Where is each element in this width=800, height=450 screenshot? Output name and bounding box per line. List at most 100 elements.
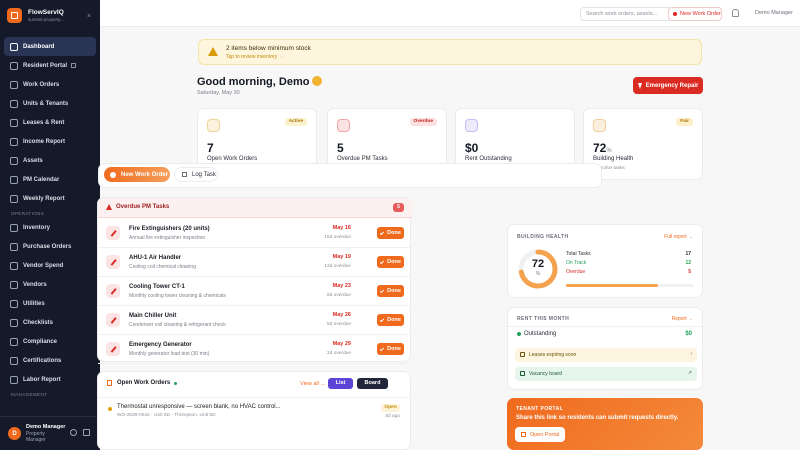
pm-task-row[interactable]: Main Chiller Unit Condenser coil cleaning… [98, 306, 412, 335]
external-link-icon [71, 63, 77, 68]
sidebar-item-compliance[interactable]: Compliance [4, 332, 96, 351]
sidebar-item-checklists[interactable]: Checklists [4, 313, 96, 332]
leases-expiring-link[interactable]: Leases expiring soon › [515, 348, 697, 362]
sidebar-item-utilities[interactable]: Utilities [4, 294, 96, 313]
health-stat-value: 12 [685, 260, 691, 266]
task-overdue: 2d overdue [326, 351, 351, 356]
divider [98, 397, 412, 398]
link-label: Vacancy board [529, 371, 562, 377]
work-order-meta: WO-2026-0042 · Unit 5D · Thompson, Unit … [117, 413, 216, 418]
task-date: May 26 [332, 312, 351, 318]
sidebar-item-assets[interactable]: Assets [4, 151, 96, 170]
sidebar-item-work-orders[interactable]: Work Orders [4, 75, 96, 94]
done-label: Done [387, 288, 401, 294]
list-view-button[interactable]: List [328, 378, 353, 389]
sidebar-item-label: Weekly Report [23, 195, 65, 202]
action-label: New Work Order [121, 171, 168, 178]
kpi-label: Rent Outstanding [465, 156, 512, 162]
sidebar-item-weekly-report[interactable]: Weekly Report [4, 189, 96, 208]
calendar-icon [520, 352, 525, 357]
kpi-label: Overdue PM Tasks [337, 156, 388, 162]
pm-task-row[interactable]: Cooling Tower CT-1 Monthly cooling tower … [98, 277, 412, 306]
pm-task-row[interactable]: AHU-1 Air Handler Cooling coil chemical c… [98, 248, 412, 277]
sidebar-item-inventory[interactable]: Inventory [4, 218, 96, 237]
panel-title: Open Work Orders [117, 380, 171, 386]
emergency-repair-button[interactable]: Emergency Repair [633, 77, 703, 94]
check-icon [380, 288, 385, 294]
view-all-link[interactable]: View all → [300, 381, 326, 387]
logout-icon[interactable] [83, 429, 90, 436]
chart-icon [10, 137, 18, 146]
new-work-order-label: New Work Order [680, 11, 721, 17]
done-button[interactable]: Done [377, 314, 404, 326]
status-dot-icon [108, 407, 112, 411]
sidebar-item-income-report[interactable]: Income Report [4, 132, 96, 151]
done-button[interactable]: Done [377, 343, 404, 355]
page-title: Good morning, Demo [197, 76, 323, 88]
done-button[interactable]: Done [377, 227, 404, 239]
kpi-icon [593, 119, 606, 132]
sidebar-item-certifications[interactable]: Certifications [4, 351, 96, 370]
greeting-text: Good morning, Demo [197, 76, 310, 88]
pm-task-row[interactable]: Emergency Generator Monthly generator loa… [98, 335, 412, 364]
kpi-icon [337, 119, 350, 132]
building-health-card: BUILDING HEALTH Full report → 72 % Total… [507, 224, 703, 298]
board-view-button[interactable]: Board [357, 378, 388, 389]
sidebar-item-labor-report[interactable]: Labor Report [4, 370, 96, 389]
sidebar-item-pm-calendar[interactable]: PM Calendar [4, 170, 96, 189]
rent-report-link[interactable]: Report → [672, 316, 693, 322]
pm-task-row[interactable]: Fire Extinguishers (20 units) Annual fire… [98, 219, 412, 248]
page-date: Saturday, May 30 [197, 90, 240, 96]
sidebar: FlowServIQ summit-property... × Dashboar… [0, 0, 100, 450]
cart-icon [10, 242, 18, 251]
task-desc: Annual fire extinguisher inspection [129, 235, 206, 241]
sidebar-item-units-tenants[interactable]: Units & Tenants [4, 94, 96, 113]
sidebar-item-label: Certifications [23, 357, 62, 364]
task-overdue: 15d overdue [324, 235, 351, 240]
sidebar-item-label: Checklists [23, 319, 54, 326]
building-icon [10, 99, 18, 108]
stock-alert[interactable]: 2 items below minimum stock Tap to revie… [198, 39, 702, 65]
task-title: Emergency Generator [129, 342, 192, 348]
brand[interactable]: FlowServIQ summit-property... [7, 8, 64, 23]
avatar[interactable]: D [8, 427, 21, 440]
log-task-button[interactable]: Log Task [174, 167, 218, 182]
work-order-title[interactable]: Thermostat unresponsive — screen blank, … [117, 404, 281, 410]
task-desc: Monthly cooling tower cleaning & chemica… [129, 293, 226, 299]
bell-icon[interactable] [732, 9, 739, 17]
done-button[interactable]: Done [377, 256, 404, 268]
new-work-order-button[interactable]: New Work Order [668, 7, 722, 21]
report-icon [10, 194, 18, 203]
emergency-repair-label: Emergency Repair [645, 82, 699, 89]
new-work-order-action[interactable]: New Work Order [104, 167, 170, 182]
sidebar-item-label: Vendors [23, 281, 47, 288]
full-report-link[interactable]: Full report → [664, 234, 693, 240]
open-portal-button[interactable]: Open Portal [515, 427, 565, 442]
sidebar-item-label: Work Orders [23, 81, 60, 88]
task-title: Main Chiller Unit [129, 313, 177, 319]
org-name: summit-property... [28, 16, 64, 22]
truck-icon [10, 280, 18, 289]
close-icon[interactable]: × [87, 13, 93, 20]
done-button[interactable]: Done [377, 285, 404, 297]
vacancy-board-link[interactable]: Vacancy board ↗ [515, 367, 697, 381]
alert-link[interactable]: Tap to review inventory → [226, 54, 284, 60]
sidebar-item-purchase-orders[interactable]: Purchase Orders [4, 237, 96, 256]
task-overdue: 5d overdue [326, 322, 351, 327]
kpi-unit: % [606, 148, 612, 154]
sidebar-item-vendors[interactable]: Vendors [4, 275, 96, 294]
sidebar-item-label: Vendor Spend [23, 262, 64, 269]
sidebar-item-dashboard[interactable]: Dashboard [4, 37, 96, 56]
kpi-icon [207, 119, 220, 132]
task-date: May 23 [332, 283, 351, 289]
task-desc: Condenser coil cleaning & refrigerant ch… [129, 322, 226, 328]
card-title: BUILDING HEALTH [517, 234, 569, 240]
task-desc: Monthly generator load test (30 min) [129, 351, 210, 357]
sidebar-item-resident-portal[interactable]: Resident Portal [4, 56, 96, 75]
sidebar-item-leases-rent[interactable]: Leases & Rent [4, 113, 96, 132]
moon-icon[interactable] [70, 429, 77, 436]
user-menu[interactable]: Demo Manager [755, 10, 793, 16]
sidebar-item-vendor-spend[interactable]: Vendor Spend [4, 256, 96, 275]
checklist-icon [10, 318, 18, 327]
search-input[interactable]: Search work orders, assets... [580, 7, 672, 21]
